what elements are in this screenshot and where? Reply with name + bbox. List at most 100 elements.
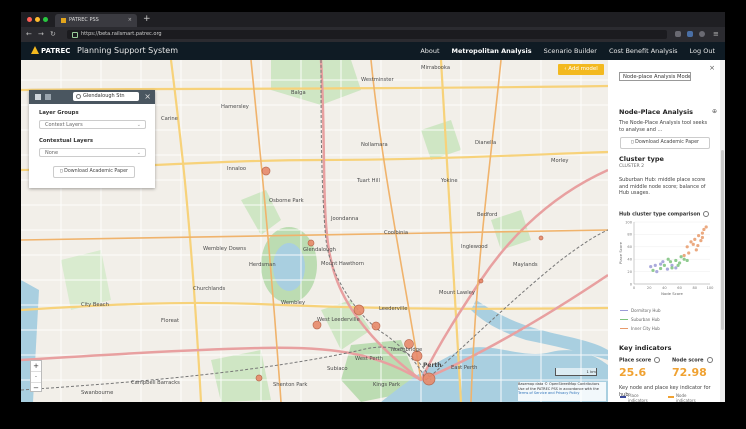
nav-metropolitan-analysis[interactable]: Metropolitan Analysis — [452, 42, 532, 60]
scatter-point — [702, 227, 706, 232]
scatter-point — [676, 263, 680, 267]
add-model-label: Add model — [568, 66, 598, 72]
search-input[interactable]: Glendalough Stn — [73, 92, 139, 101]
scatter-point — [659, 262, 663, 266]
app-header: PATREC Planning Support System About Met… — [21, 42, 725, 60]
minimize-window-dot[interactable] — [35, 17, 40, 22]
scatter-point — [682, 253, 686, 258]
download-paper-button[interactable]: ▯ Download Academic Paper — [53, 166, 135, 178]
patrec-logo[interactable]: PATREC — [31, 46, 70, 56]
scatter-point — [666, 257, 670, 261]
layer-groups-select[interactable]: Context Layers ⌄ — [39, 120, 146, 129]
scatter-point — [689, 240, 693, 244]
map-label: Dianella — [475, 140, 497, 146]
forward-arrow-icon[interactable]: → — [38, 27, 44, 42]
cluster-description: Suburban Hub: middle place score and mid… — [619, 177, 706, 197]
cluster-title: Cluster type — [619, 155, 664, 163]
x-tick-label: 100 — [707, 286, 715, 290]
new-tab-button[interactable]: + — [143, 12, 151, 27]
contextual-layers-select[interactable]: None ⌄ — [39, 148, 146, 157]
nav-cost-benefit-analysis[interactable]: Cost Benefit Analysis — [609, 42, 678, 60]
scatter-point — [674, 258, 678, 263]
scale-bar: 1 km — [555, 368, 597, 376]
attribution-line[interactable]: Terms of Service and Privacy Policy — [518, 391, 606, 396]
nav-scenario-builder[interactable]: Scenario Builder — [544, 42, 597, 60]
add-model-button[interactable]: ‹ Add model — [558, 64, 604, 75]
map-label: Perth — [423, 362, 442, 369]
map-label: Mount Hawthorn — [321, 261, 365, 267]
place-score-label-text: Place score — [619, 357, 652, 364]
node-score-label-text: Node score — [672, 357, 704, 364]
contextual-layers-label: Contextual Layers — [39, 138, 93, 144]
section-description: The Node-Place Analysis tool seeks to an… — [619, 120, 708, 133]
map-label: Coolbinia — [384, 230, 409, 236]
logo-text: PATREC — [41, 47, 71, 55]
nav-log-out[interactable]: Log Out — [690, 42, 715, 60]
nav-about[interactable]: About — [420, 42, 439, 60]
zoom-reset-button[interactable]: · — [31, 372, 41, 383]
chart-title-text: Hub cluster type comparison — [619, 211, 701, 218]
list-icon[interactable] — [45, 94, 51, 100]
sidebar-scrollbar[interactable] — [720, 60, 725, 402]
place-indicator-swatch — [620, 396, 626, 398]
account-icon[interactable] — [699, 31, 705, 37]
chevron-down-icon: ⌄ — [136, 150, 141, 156]
expand-icon[interactable]: ⊕ — [712, 108, 717, 115]
legend-swatch-inner-city — [620, 328, 628, 329]
layers-icon[interactable] — [35, 94, 41, 100]
close-icon[interactable]: × — [144, 91, 151, 103]
map-label: Floreat — [161, 318, 180, 324]
scatter-point — [651, 268, 655, 272]
scatter-point — [670, 266, 674, 270]
model-select[interactable]: Node-place Analysis Model — [619, 72, 691, 81]
map-label: Wembley — [281, 300, 306, 306]
legend-swatch-dormitory — [620, 310, 628, 311]
logo-mark-icon — [31, 46, 39, 54]
scatter-point — [649, 265, 653, 269]
map-label: West Perth — [355, 356, 383, 362]
search-value: Glendalough Stn — [83, 93, 125, 99]
map-canvas[interactable]: Mirrabooka Westminster Balga Hamersley C… — [21, 60, 608, 402]
map-label: East Perth — [451, 365, 478, 371]
attribution-line[interactable]: Basemap data © OpenStreetMap Contributor… — [518, 382, 606, 387]
browser-tab[interactable]: PATREC PSS × — [55, 14, 137, 27]
x-tick-label: 0 — [633, 286, 636, 290]
layer-groups-label: Layer Groups — [39, 110, 79, 116]
chevron-down-icon: ⌄ — [136, 122, 141, 128]
scatter-point — [679, 255, 683, 259]
map-label: Swanbourne — [81, 390, 114, 396]
scatter-point — [655, 270, 659, 274]
info-icon[interactable] — [654, 357, 661, 363]
scatter-point — [665, 267, 670, 271]
info-icon[interactable] — [703, 211, 710, 217]
menu-icon[interactable]: ≡ — [713, 27, 719, 42]
back-arrow-icon[interactable]: ← — [26, 27, 32, 42]
x-tick-label: 40 — [662, 286, 667, 290]
tab-close-icon[interactable]: × — [128, 14, 132, 27]
info-icon[interactable] — [706, 357, 713, 363]
download-paper-button[interactable]: ▯ Download Academic Paper — [620, 137, 710, 149]
main-nav: About Metropolitan Analysis Scenario Bui… — [420, 42, 715, 60]
zoom-out-button[interactable]: − — [31, 383, 41, 393]
layer-panel: Glendalough Stn × Layer Groups Context L… — [29, 90, 155, 188]
map-label: Shenton Park — [273, 382, 308, 388]
search-icon — [76, 94, 81, 99]
contextual-layers-value: None — [45, 150, 59, 156]
key-indicators-title: Key indicators — [619, 344, 672, 352]
zoom-in-button[interactable]: + — [31, 361, 41, 372]
browser-window: PATREC PSS × + ← → ↻ https://beta.railsm… — [21, 12, 725, 402]
scrollbar-thumb[interactable] — [721, 150, 724, 330]
map-label: Balga — [291, 90, 306, 96]
close-icon[interactable]: × — [709, 64, 715, 72]
download-paper-label: Download Academic Paper — [635, 140, 700, 145]
analysis-sidebar: Node-place Analysis Model × Node-Place A… — [608, 60, 725, 402]
map-label: Inglewood — [461, 244, 488, 250]
url-bar[interactable]: https://beta.railsmart.patrec.org — [67, 30, 667, 39]
shield-icon[interactable] — [687, 31, 693, 37]
y-tick-label: 20 — [627, 270, 632, 274]
close-window-dot[interactable] — [27, 17, 32, 22]
reload-icon[interactable]: ↻ — [50, 27, 56, 42]
extension-icon[interactable] — [675, 31, 681, 37]
maximize-window-dot[interactable] — [43, 17, 48, 22]
scatter-point — [685, 258, 689, 263]
